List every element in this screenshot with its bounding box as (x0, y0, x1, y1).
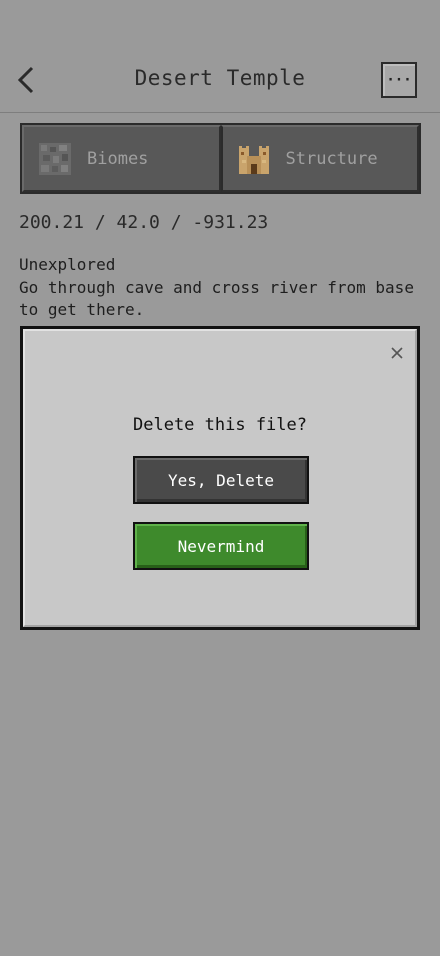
category-tabs: Biomes Structure (20, 123, 421, 194)
tab-biomes[interactable]: Biomes (22, 125, 221, 192)
page-title: Desert Temple (134, 66, 306, 90)
yes-delete-button[interactable]: Yes, Delete (133, 456, 309, 504)
top-bar: Desert Temple ··· (0, 0, 440, 113)
dialog-title: Delete this file? (133, 415, 307, 435)
exploration-status: Unexplored (19, 255, 116, 274)
more-options-button[interactable]: ··· (381, 62, 417, 98)
tab-biomes-label: Biomes (87, 148, 149, 169)
delete-confirm-dialog: Delete this file? Yes, Delete Nevermind (20, 326, 420, 630)
close-icon[interactable] (389, 345, 405, 361)
nevermind-button[interactable]: Nevermind (133, 522, 309, 570)
tab-structure[interactable]: Structure (220, 125, 419, 192)
tab-structure-label: Structure (285, 148, 378, 169)
temple-structure-icon (238, 145, 269, 174)
coordinates: 200.21 / 42.0 / -931.23 (19, 212, 269, 233)
location-description: Go through cave and cross river from bas… (19, 278, 414, 319)
biome-block-icon (39, 142, 71, 175)
